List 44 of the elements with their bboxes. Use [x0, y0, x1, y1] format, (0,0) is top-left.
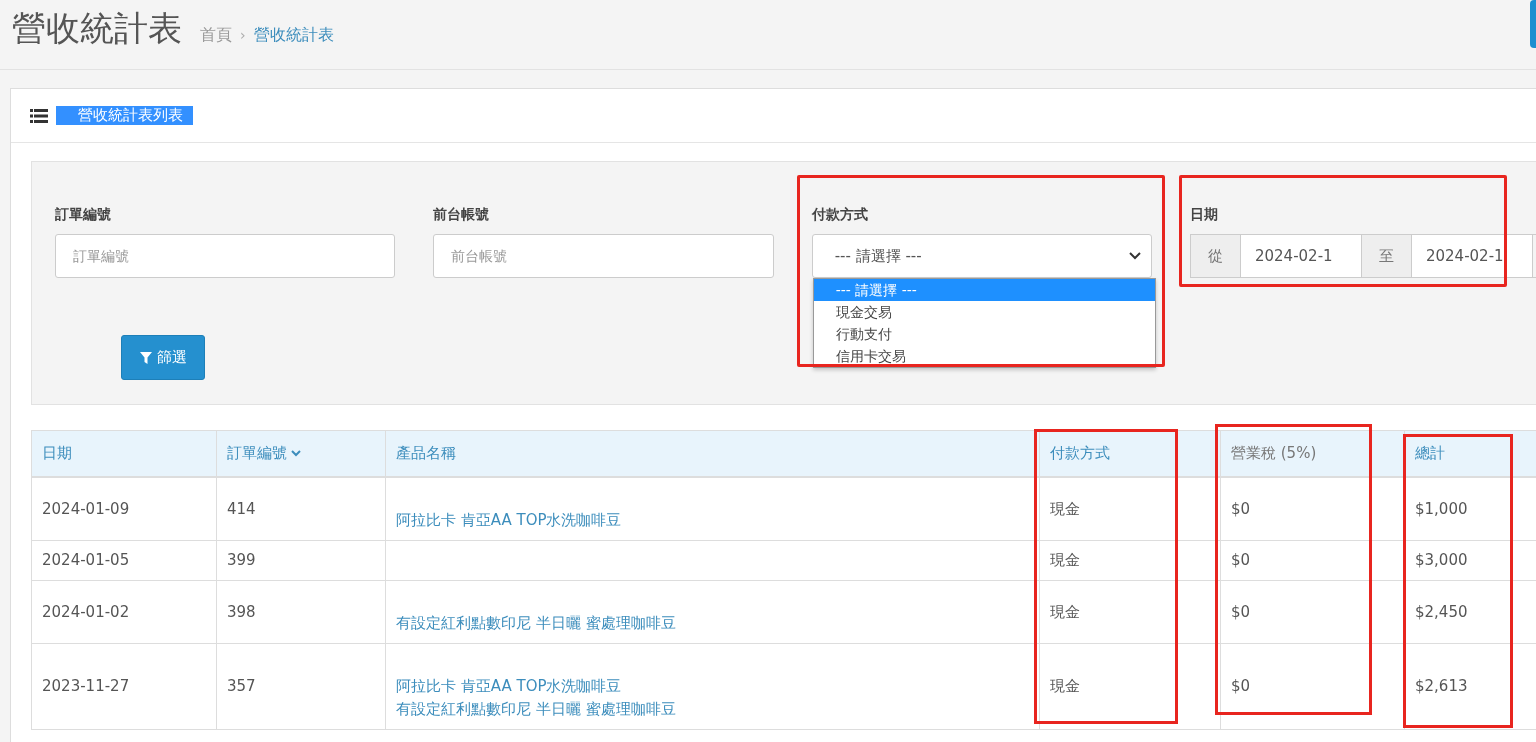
table-cell: 現金 — [1039, 580, 1221, 644]
table-cell: 2023-11-27 — [31, 643, 217, 730]
input-field[interactable]: 訂單編號 — [55, 234, 396, 278]
page-title: 營收統計表 — [12, 7, 182, 50]
column-header[interactable]: 產品名稱 — [385, 430, 1040, 477]
table-cell: 現金 — [1039, 643, 1221, 730]
input-field[interactable]: 前台帳號 — [433, 234, 774, 278]
date-input[interactable]: 2024-02-1 — [1412, 235, 1533, 277]
column-header[interactable]: 付款方式 — [1039, 430, 1221, 477]
table-cell: 414 — [216, 477, 386, 541]
table-cell: 2024-01-09 — [31, 477, 217, 541]
breadcrumb-link[interactable]: 營收統計表 — [253, 25, 334, 46]
filter-button[interactable]: 篩選 — [121, 335, 205, 380]
field-label: 前台帳號 — [433, 206, 491, 224]
column-header: 營業稅 (5%) — [1220, 430, 1405, 477]
select-field[interactable]: --- 請選擇 --- — [811, 234, 1152, 278]
table-cell: 357 — [216, 643, 386, 730]
dropdown-option[interactable]: 現金交易 — [813, 301, 1155, 323]
from-addon: 從 — [1191, 235, 1241, 277]
dropdown-option[interactable]: 行動支付 — [813, 323, 1155, 345]
field-label: 付款方式 — [811, 206, 869, 224]
card-title: 營收統計表列表 — [56, 106, 193, 125]
chevron-down-icon — [1129, 252, 1141, 260]
column-header[interactable]: 日期 — [31, 430, 217, 477]
table-cell: 現金 — [1039, 540, 1221, 581]
table-cell: 2024-01-05 — [31, 540, 217, 581]
dropdown-option[interactable]: 信用卡交易 — [813, 345, 1155, 367]
table-cell: 398 — [216, 580, 386, 644]
breadcrumb-separator: › — [240, 27, 246, 43]
date-input[interactable]: 2024-02-1 — [1241, 235, 1362, 277]
header-button[interactable] — [1530, 0, 1536, 48]
field-label: 日期 — [1190, 206, 1219, 224]
product-link[interactable]: 阿拉比卡 肯亞AA TOP水洗咖啡豆 — [396, 675, 1029, 698]
field-label: 訂單編號 — [55, 206, 112, 224]
breadcrumb-link[interactable]: 首頁 — [200, 25, 232, 46]
table-cell: 2024-01-02 — [31, 580, 217, 644]
funnel-icon — [139, 351, 152, 364]
table-cell: 399 — [216, 540, 386, 581]
dropdown-option[interactable]: --- 請選擇 --- — [813, 279, 1155, 301]
product-link[interactable]: 有設定紅利點數印尼 半日曬 蜜處理咖啡豆 — [396, 698, 1029, 721]
to-addon: 至 — [1362, 235, 1412, 277]
column-header[interactable]: 訂單編號 — [216, 430, 386, 477]
table-cell: 現金 — [1039, 477, 1221, 541]
list-icon — [30, 108, 48, 123]
